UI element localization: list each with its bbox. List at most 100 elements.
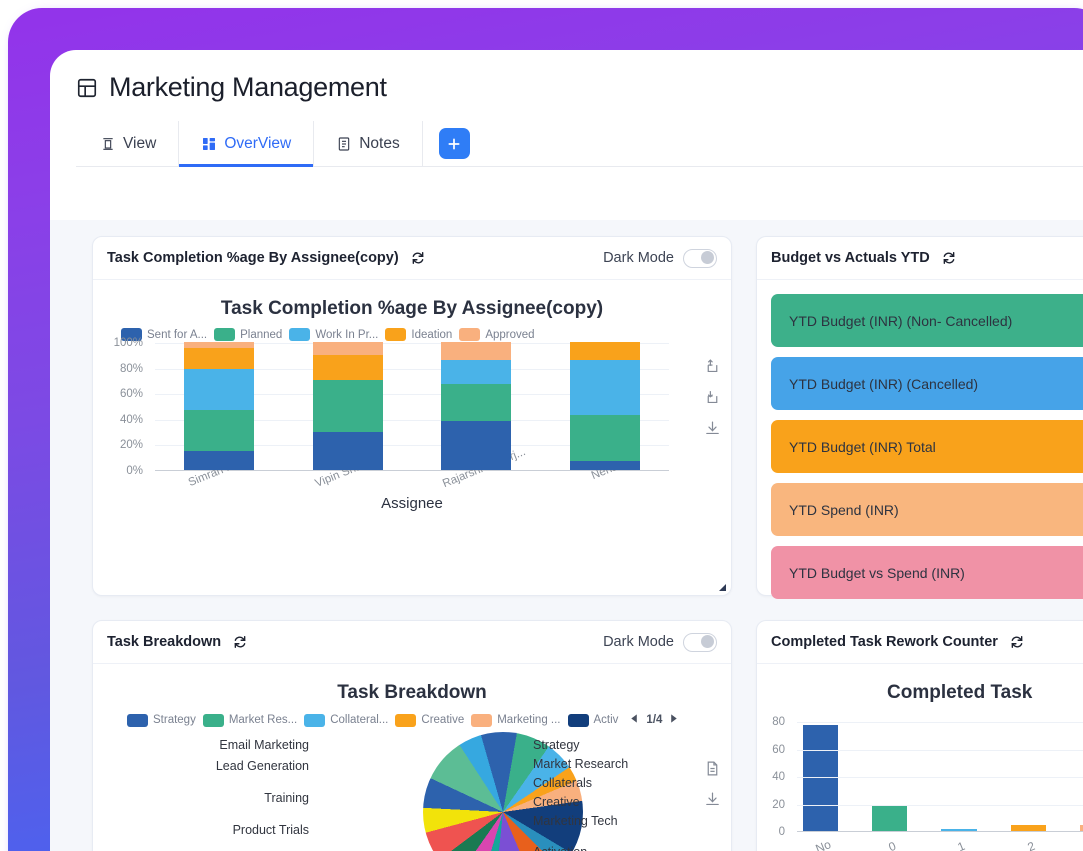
card-rework-counter: Completed Task Rework Counter Completed …	[756, 620, 1083, 851]
legend-swatch	[459, 328, 481, 341]
budget-row[interactable]: YTD Budget (INR) (Non- Cancelled)	[771, 294, 1083, 347]
card-header: Task Breakdown Dark Mode	[93, 621, 731, 664]
y-tick: 40%	[119, 413, 143, 426]
card-resize-handle[interactable]	[719, 584, 726, 591]
pie-label: Training	[264, 791, 309, 805]
legend-swatch	[214, 328, 236, 341]
bar-vipin-sharma[interactable]	[312, 342, 383, 470]
chevron-right-icon[interactable]	[668, 712, 679, 728]
refresh-icon[interactable]	[233, 635, 247, 649]
x-axis: Simran Kaur Vipin Sharma Rajarshi Banerj…	[155, 446, 669, 531]
chevron-left-icon[interactable]	[629, 712, 640, 728]
card-budget-vs-actuals: Budget vs Actuals YTD YTD Budget (INR) (…	[756, 236, 1083, 599]
dark-mode-label: Dark Mode	[603, 250, 674, 266]
tab-view-label: View	[123, 134, 157, 152]
card-header: Task Completion %age By Assignee(copy) D…	[93, 237, 731, 280]
refresh-icon[interactable]	[942, 251, 956, 265]
legend-swatch	[127, 713, 148, 727]
bar-0[interactable]	[872, 805, 908, 831]
x-tick: 0	[886, 838, 899, 851]
bar-1[interactable]	[941, 829, 977, 831]
budget-row-label: YTD Budget (INR) Total	[789, 438, 936, 455]
legend-page-indicator: 1/4	[646, 714, 663, 726]
legend-item[interactable]: Market Res...	[202, 713, 298, 727]
legend-item[interactable]: Work In Pr...	[289, 328, 378, 341]
tab-overview-label: OverView	[224, 134, 292, 152]
legend-item[interactable]: Creative	[395, 713, 465, 727]
legend-label: Ideation	[411, 328, 453, 341]
stacked-bar-chart: 100% 80% 60% 40% 20% 0% Simran Kaur Vipi…	[93, 337, 731, 493]
tab-notes[interactable]: Notes	[314, 121, 423, 166]
legend-swatch	[395, 713, 417, 727]
pie-label: Marketing Tech	[533, 814, 618, 828]
card-title: Completed Task Rework Counter	[771, 634, 998, 650]
pie-label: Lead Generation	[215, 759, 309, 773]
app-header: Marketing Management View OverView Notes	[50, 50, 1083, 167]
legend-swatch	[289, 328, 311, 341]
x-axis: No data 0 1 2 3	[797, 832, 1083, 851]
page-title: Marketing Management	[109, 72, 387, 102]
legend-label: Strategy	[153, 714, 196, 726]
pie-labels-right: Strategy Market Research Collaterals Cre…	[533, 738, 731, 851]
tab-notes-label: Notes	[359, 134, 400, 152]
budget-row-label: YTD Budget (INR) (Cancelled)	[789, 375, 979, 392]
dark-mode-toggle[interactable]	[683, 248, 717, 268]
pie-chart: Email Marketing Lead Generation Training…	[93, 732, 731, 851]
y-axis: 100% 80% 60% 40% 20% 0%	[93, 337, 151, 477]
legend-item[interactable]: Strategy	[127, 713, 196, 727]
dark-mode-toggle[interactable]	[683, 632, 717, 652]
legend-item[interactable]: Activ	[567, 713, 618, 727]
tab-bar: View OverView Notes	[76, 121, 1083, 167]
card-body: Completed Task 80 60 40 20 0 No 0 1 2	[757, 664, 1083, 851]
bar-rajarshi-banerjee[interactable]	[441, 342, 512, 470]
card-task-breakdown: Task Breakdown Dark Mode Task Breakdown …	[92, 620, 732, 851]
card-header: Budget vs Actuals YTD	[757, 237, 1083, 280]
refresh-icon[interactable]	[1010, 635, 1024, 649]
legend-label: Planned	[240, 328, 283, 341]
bar-simran-kaur[interactable]	[184, 341, 255, 470]
bar-2[interactable]	[1010, 825, 1046, 831]
legend-item[interactable]: Planned	[214, 328, 282, 341]
y-tick: 20	[772, 798, 785, 811]
legend-swatch	[202, 713, 224, 727]
legend-label: Creative	[421, 714, 465, 726]
bar-no-data[interactable]	[803, 725, 839, 831]
budget-row[interactable]: YTD Budget (INR) Total	[771, 420, 1083, 473]
legend-swatch	[471, 713, 493, 727]
y-tick: 80%	[119, 362, 143, 375]
legend-item[interactable]: Collateral...	[304, 713, 388, 727]
x-tick: 2	[1025, 838, 1037, 851]
budget-row[interactable]: YTD Spend (INR)	[771, 483, 1083, 536]
y-tick: 0%	[126, 465, 143, 477]
legend-swatch	[304, 713, 326, 727]
card-title: Task Breakdown	[107, 634, 222, 650]
dashboard: Task Completion %age By Assignee(copy) D…	[50, 220, 1083, 851]
card-task-completion: Task Completion %age By Assignee(copy) D…	[92, 236, 732, 596]
dark-mode-label: Dark Mode	[603, 634, 674, 650]
add-tab-button[interactable]	[438, 128, 470, 159]
bar-neha[interactable]	[569, 342, 640, 470]
table-view-icon	[100, 136, 116, 152]
pie-label: Email Marketing	[219, 738, 309, 752]
legend-item[interactable]: Marketing ...	[471, 713, 561, 727]
notes-icon	[336, 136, 352, 152]
tab-overview[interactable]: OverView	[179, 121, 315, 167]
refresh-icon[interactable]	[411, 251, 425, 265]
chart-title: Task Breakdown	[337, 682, 487, 703]
budget-row-label: YTD Spend (INR)	[789, 501, 899, 518]
budget-row[interactable]: YTD Budget (INR) (Cancelled)	[771, 357, 1083, 410]
legend-label: Work In Pr...	[315, 328, 379, 341]
legend-label: Marketing ...	[497, 714, 561, 726]
tab-view[interactable]: View	[78, 121, 180, 166]
legend-swatch	[385, 328, 407, 341]
legend-item[interactable]: Approved	[459, 328, 535, 341]
y-tick: 0	[778, 826, 785, 838]
card-header: Completed Task Rework Counter	[757, 621, 1083, 664]
y-axis: 80 60 40 20 0	[757, 716, 793, 838]
budget-row-label: YTD Budget (INR) (Non- Cancelled)	[789, 312, 1013, 329]
legend-item[interactable]: Ideation	[385, 328, 452, 341]
budget-row[interactable]: YTD Budget vs Spend (INR)	[771, 546, 1083, 599]
dashboard-grid-icon	[201, 136, 217, 152]
legend-label: Market Res...	[228, 714, 298, 726]
card-title: Budget vs Actuals YTD	[771, 250, 930, 266]
